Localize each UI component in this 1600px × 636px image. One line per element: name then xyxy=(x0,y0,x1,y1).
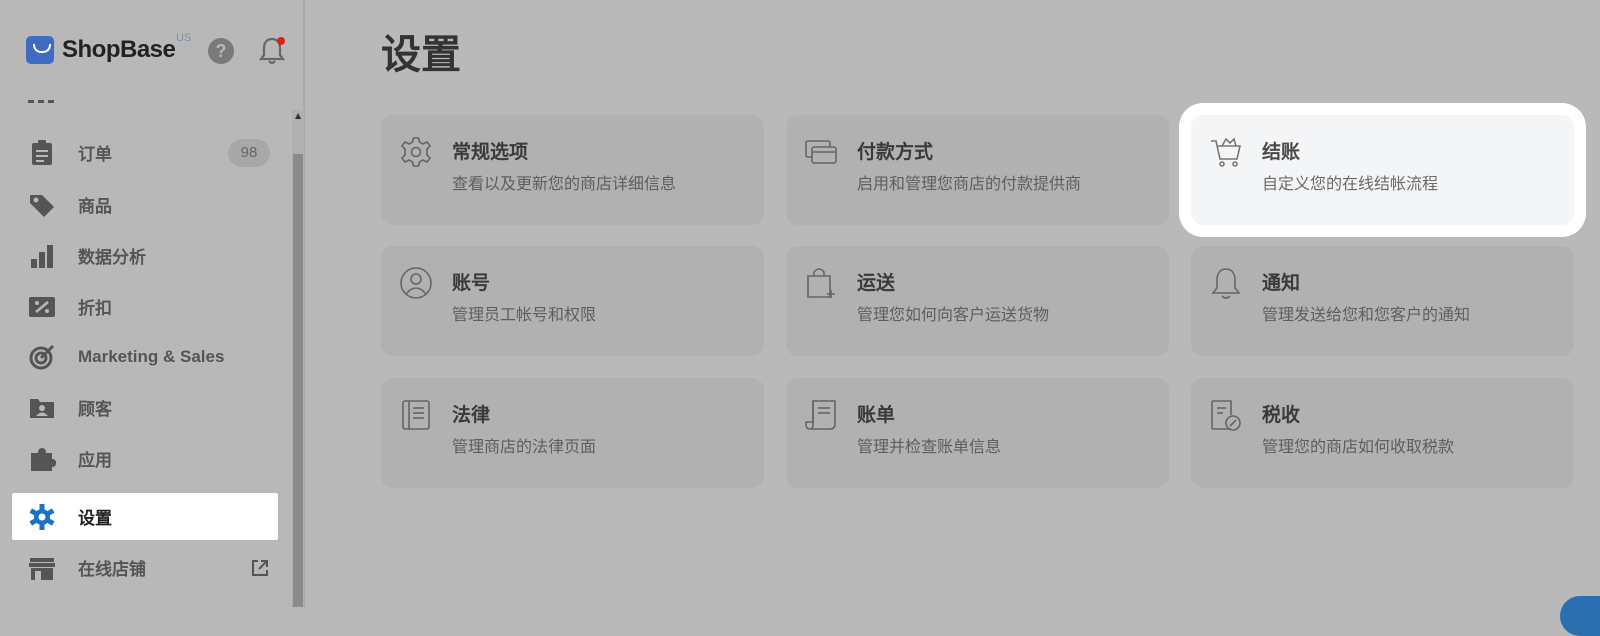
settings-card-legal[interactable]: 法律 管理商店的法律页面 xyxy=(381,378,764,488)
sidebar-item-label: 商品 xyxy=(78,197,112,216)
card-description: 管理商店的法律页面 xyxy=(452,437,597,456)
discount-icon xyxy=(29,297,55,317)
tag-icon xyxy=(30,195,54,217)
payment-icon xyxy=(805,140,837,164)
nav-scroll-cut xyxy=(28,100,54,109)
sidebar-item-settings[interactable]: 设置 xyxy=(12,493,278,540)
customer-icon xyxy=(30,399,54,418)
sidebar: ShopBase US ? 订单 98 商品 数据分析 折扣 Marketing… xyxy=(0,0,305,607)
card-title: 法律 xyxy=(452,404,491,426)
region-label: US xyxy=(176,32,192,44)
card-title: 通知 xyxy=(1262,272,1301,294)
page-title: 设置 xyxy=(381,32,461,78)
scroll-up-arrow-icon[interactable]: ▲ xyxy=(295,111,301,120)
sidebar-item-analytics[interactable]: 数据分析 xyxy=(12,232,278,279)
card-description: 查看以及更新您的商店详细信息 xyxy=(452,174,677,193)
help-icon[interactable]: ? xyxy=(208,38,234,64)
settings-card-shipping[interactable]: 运送 管理您如何向客户运送货物 xyxy=(786,246,1169,356)
sidebar-item-label: 设置 xyxy=(78,509,112,528)
card-description: 管理员工帐号和权限 xyxy=(452,305,597,324)
sidebar-item-discounts[interactable]: 折扣 xyxy=(12,283,278,330)
orders-count-badge: 98 xyxy=(228,139,270,167)
brand-name: ShopBase xyxy=(62,36,176,63)
card-description: 管理并检查账单信息 xyxy=(857,437,1002,456)
settings-card-notifications[interactable]: 通知 管理发送给您和您客户的通知 xyxy=(1191,246,1574,356)
gear-icon xyxy=(29,504,55,530)
card-description: 自定义您的在线结帐流程 xyxy=(1262,174,1439,193)
tax-document-icon xyxy=(1211,400,1241,431)
cart-icon xyxy=(1211,137,1242,167)
shopbase-logo-icon xyxy=(26,36,54,64)
card-description: 管理发送给您和您客户的通知 xyxy=(1262,305,1471,324)
sidebar-item-label: 应用 xyxy=(78,451,112,470)
card-title: 账号 xyxy=(452,272,491,294)
card-description: 管理您的商店如何收取税款 xyxy=(1262,437,1455,456)
settings-card-billing[interactable]: 账单 管理并检查账单信息 xyxy=(786,378,1169,488)
card-description: 启用和管理您商店的付款提供商 xyxy=(857,174,1082,193)
bar-chart-icon xyxy=(31,245,53,268)
document-icon xyxy=(402,400,430,430)
card-description: 管理您如何向客户运送货物 xyxy=(857,305,1050,324)
sidebar-item-online-store[interactable]: 在线店铺 xyxy=(12,544,278,591)
sidebar-item-customers[interactable]: 顾客 xyxy=(12,384,278,431)
sidebar-item-label: 在线店铺 xyxy=(78,560,146,579)
target-icon xyxy=(29,344,55,370)
gear-icon xyxy=(400,137,432,167)
sidebar-item-orders[interactable]: 订单 98 xyxy=(12,129,278,176)
card-title: 税收 xyxy=(1262,404,1301,426)
card-title: 常规选项 xyxy=(452,141,529,163)
card-title: 付款方式 xyxy=(857,141,934,163)
puzzle-icon xyxy=(31,448,56,471)
brand-logo[interactable]: ShopBase xyxy=(26,34,176,66)
clipboard-icon xyxy=(32,140,52,165)
card-title: 运送 xyxy=(857,272,896,294)
sidebar-item-label: Marketing & Sales xyxy=(78,346,225,366)
scrollbar-thumb[interactable] xyxy=(293,154,303,607)
store-icon xyxy=(29,558,55,580)
bell-icon xyxy=(1211,268,1241,299)
settings-card-taxes[interactable]: 税收 管理您的商店如何收取税款 xyxy=(1191,378,1574,488)
notification-dot xyxy=(277,37,285,45)
settings-card-account[interactable]: 账号 管理员工帐号和权限 xyxy=(381,246,764,356)
card-title: 账单 xyxy=(857,404,896,426)
user-circle-icon xyxy=(400,267,432,299)
sidebar-item-label: 订单 xyxy=(78,145,112,164)
shopping-bag-icon xyxy=(807,268,835,298)
receipt-icon xyxy=(805,400,836,430)
sidebar-item-apps[interactable]: 应用 xyxy=(12,435,278,482)
settings-card-payments[interactable]: 付款方式 启用和管理您商店的付款提供商 xyxy=(786,115,1169,225)
chat-widget-button[interactable] xyxy=(1560,596,1600,636)
sidebar-item-label: 数据分析 xyxy=(78,248,146,267)
card-title: 结账 xyxy=(1262,141,1301,163)
sidebar-item-label: 折扣 xyxy=(78,299,112,318)
sidebar-item-label: 顾客 xyxy=(78,400,112,419)
settings-card-checkout[interactable]: 结账 自定义您的在线结帐流程 xyxy=(1191,115,1574,225)
settings-card-general[interactable]: 常规选项 查看以及更新您的商店详细信息 xyxy=(381,115,764,225)
external-link-icon[interactable] xyxy=(250,558,270,578)
sidebar-item-marketing[interactable]: Marketing & Sales xyxy=(12,333,278,380)
sidebar-item-products[interactable]: 商品 xyxy=(12,181,278,228)
